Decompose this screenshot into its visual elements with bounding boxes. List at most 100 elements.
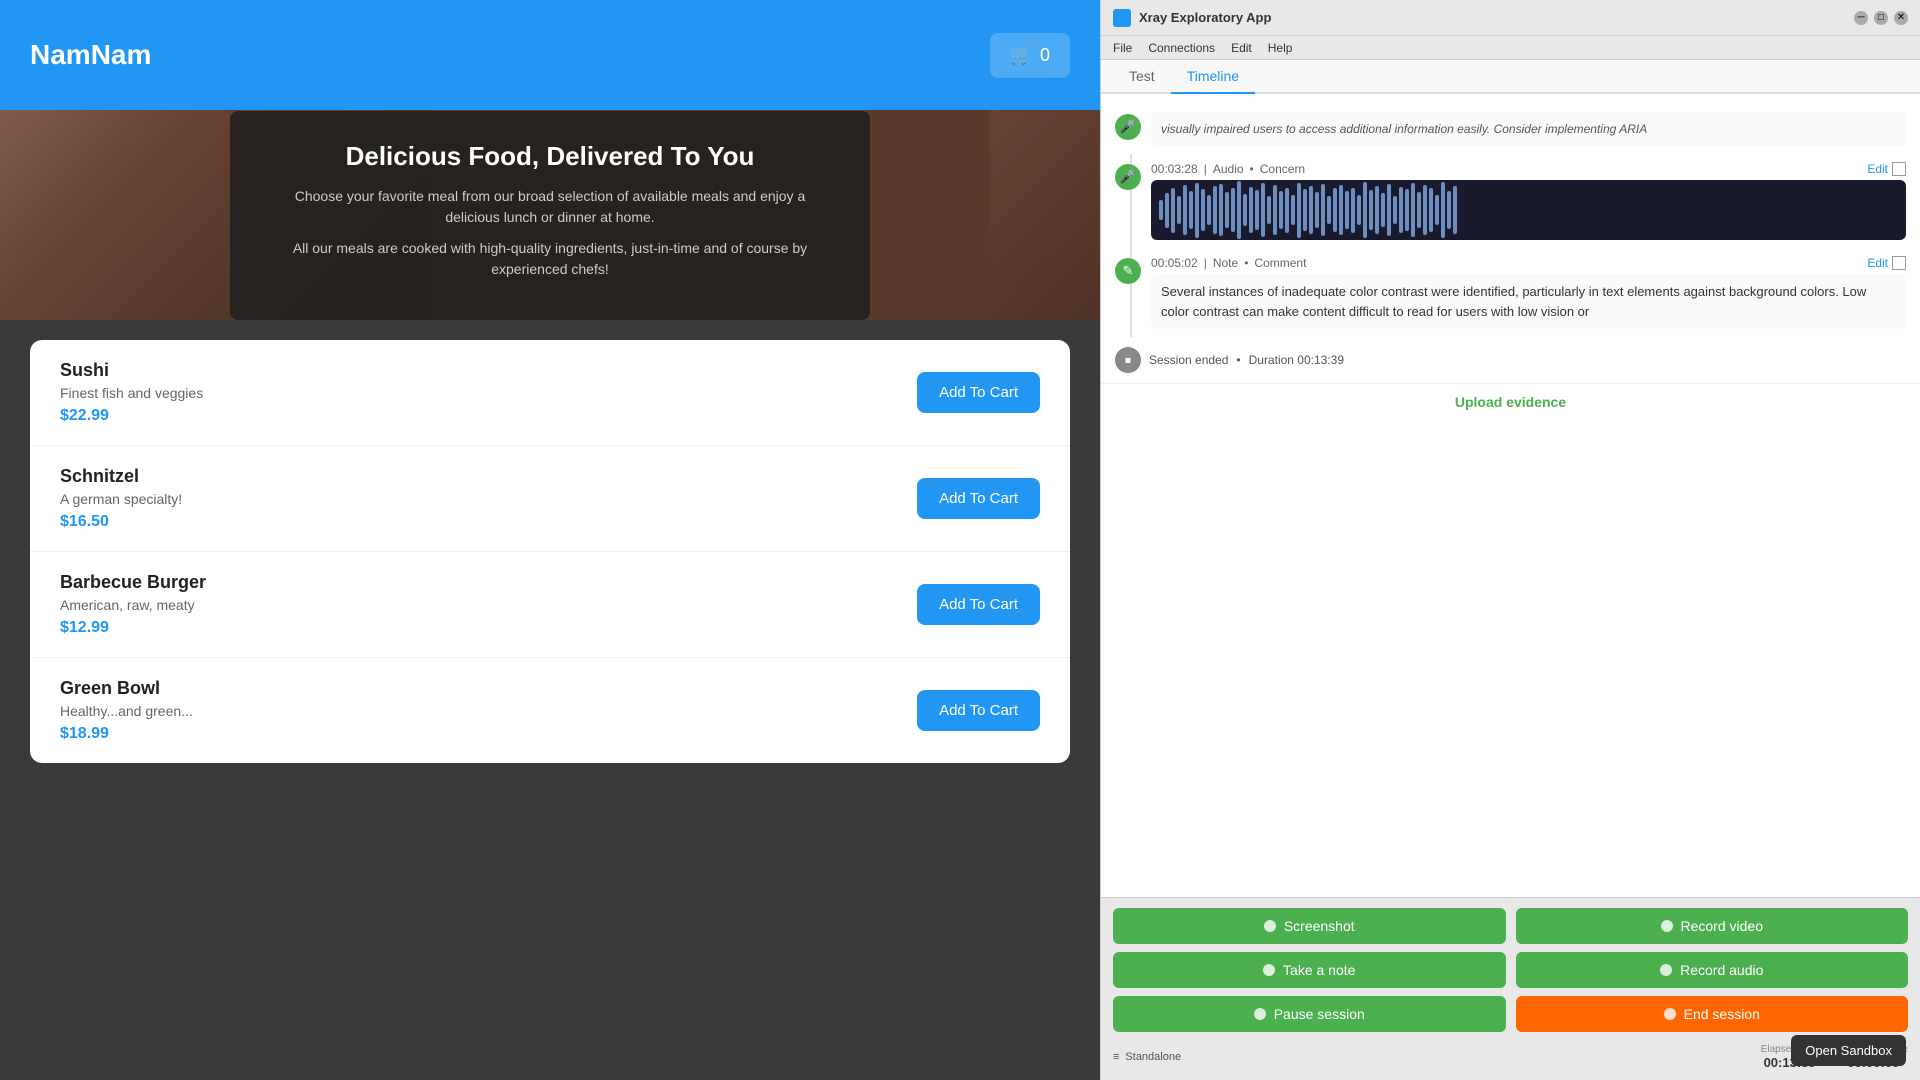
menu-name-sushi: Sushi xyxy=(60,360,203,381)
timeline-icon-note: ✎ xyxy=(1115,258,1141,284)
xray-menu-connections[interactable]: Connections xyxy=(1148,41,1215,55)
screenshot-dot xyxy=(1264,920,1276,932)
pause-session-dot xyxy=(1254,1008,1266,1020)
timeline-note-time: 00:05:02 xyxy=(1151,256,1198,270)
menu-desc-burger: American, raw, meaty xyxy=(60,597,206,613)
session-ended-icon: ⏹ xyxy=(1115,347,1141,373)
timeline-icon-audio: 🎤 xyxy=(1115,114,1141,140)
timeline-audio-meta-left: 00:03:28 | Audio • Concern xyxy=(1151,162,1305,176)
hero-subtitle-2: All our meals are cooked with high-quali… xyxy=(290,238,810,280)
xray-timeline-content: 🎤 visually impaired users to access addi… xyxy=(1101,94,1920,897)
end-session-label: End session xyxy=(1684,1006,1760,1022)
screenshot-label: Screenshot xyxy=(1284,918,1355,934)
menu-item-schnitzel: Schnitzel A german specialty! $16.50 Add… xyxy=(30,446,1070,552)
end-session-button[interactable]: End session xyxy=(1516,996,1909,1032)
screenshot-button[interactable]: Screenshot xyxy=(1113,908,1506,944)
timeline-note-content: 00:05:02 | Note • Comment Edit Several i… xyxy=(1151,256,1906,329)
bullet2: • xyxy=(1244,256,1248,270)
note-edit-checkbox[interactable] xyxy=(1892,256,1906,270)
add-to-cart-burger[interactable]: Add To Cart xyxy=(917,584,1040,625)
upload-evidence-link[interactable]: Upload evidence xyxy=(1101,383,1920,420)
menu-info-bowl: Green Bowl Healthy...and green... $18.99 xyxy=(60,678,193,743)
xray-app-icon xyxy=(1113,9,1131,27)
timeline-entry-partial: 🎤 visually impaired users to access addi… xyxy=(1101,104,1920,154)
take-note-button[interactable]: Take a note xyxy=(1113,952,1506,988)
xray-panel: Xray Exploratory App ─ □ ✕ File Connecti… xyxy=(1100,0,1920,1080)
status-mode-label: Standalone xyxy=(1125,1051,1181,1063)
hero-banner: Delicious Food, Delivered To You Choose … xyxy=(0,110,1100,320)
xray-menubar: File Connections Edit Help xyxy=(1101,36,1920,60)
menu-item-burger: Barbecue Burger American, raw, meaty $12… xyxy=(30,552,1070,658)
hero-title: Delicious Food, Delivered To You xyxy=(290,141,810,172)
timeline-audio-category: Audio xyxy=(1213,162,1244,176)
app-header: NamNam 🛒 0 xyxy=(0,0,1100,110)
menu-item-bowl: Green Bowl Healthy...and green... $18.99… xyxy=(30,658,1070,763)
timeline-audio-content: 00:03:28 | Audio • Concern Edit xyxy=(1151,162,1906,240)
xray-menu-file[interactable]: File xyxy=(1113,41,1132,55)
timeline-note-edit[interactable]: Edit xyxy=(1867,256,1906,270)
menu-price-schnitzel: $16.50 xyxy=(60,513,182,531)
timeline-note-meta: 00:05:02 | Note • Comment Edit xyxy=(1151,256,1906,270)
menu-info-burger: Barbecue Burger American, raw, meaty $12… xyxy=(60,572,206,637)
record-video-label: Record video xyxy=(1681,918,1764,934)
pause-session-button[interactable]: Pause session xyxy=(1113,996,1506,1032)
menu-item-sushi: Sushi Finest fish and veggies $22.99 Add… xyxy=(30,340,1070,446)
open-sandbox-button[interactable]: Open Sandbox xyxy=(1791,1035,1906,1066)
timeline-content-partial: visually impaired users to access additi… xyxy=(1151,112,1906,146)
cart-icon: 🛒 xyxy=(1010,45,1032,66)
timeline-note-tag: Comment xyxy=(1254,256,1306,270)
pause-session-label: Pause session xyxy=(1274,1006,1365,1022)
app-logo: NamNam xyxy=(30,39,151,71)
audio-edit-checkbox[interactable] xyxy=(1892,162,1906,176)
session-ended-separator: • xyxy=(1236,353,1240,367)
xray-tabs: Test Timeline xyxy=(1101,60,1920,94)
xray-title-left: Xray Exploratory App xyxy=(1113,9,1271,27)
window-minimize-button[interactable]: ─ xyxy=(1854,11,1868,25)
end-session-dot xyxy=(1664,1008,1676,1020)
timeline-audio-edit[interactable]: Edit xyxy=(1867,162,1906,176)
cart-count: 0 xyxy=(1040,45,1050,66)
toolbar-row-1: Screenshot Record video xyxy=(1113,908,1908,944)
bullet: • xyxy=(1250,162,1254,176)
timeline-audio-time: 00:03:28 xyxy=(1151,162,1198,176)
xray-titlebar: Xray Exploratory App ─ □ ✕ xyxy=(1101,0,1920,36)
hero-subtitle-1: Choose your favorite meal from our broad… xyxy=(290,186,810,228)
session-ended-label: Session ended xyxy=(1149,353,1228,367)
audio-waveform xyxy=(1151,180,1906,240)
menu-price-bowl: $18.99 xyxy=(60,725,193,743)
timeline-audio-tag: Concern xyxy=(1260,162,1305,176)
xray-status-bar: ≡ Standalone Elapsed time 00:13:39 Remai… xyxy=(1113,1040,1908,1070)
separator2: | xyxy=(1204,256,1207,270)
session-ended-entry: ⏹ Session ended • Duration 00:13:39 xyxy=(1101,337,1920,383)
record-audio-dot xyxy=(1660,964,1672,976)
xray-menu-help[interactable]: Help xyxy=(1268,41,1293,55)
menu-info-sushi: Sushi Finest fish and veggies $22.99 xyxy=(60,360,203,425)
tab-timeline[interactable]: Timeline xyxy=(1171,60,1255,94)
timeline-icon-mic: 🎤 xyxy=(1115,164,1141,190)
record-video-button[interactable]: Record video xyxy=(1516,908,1909,944)
add-to-cart-bowl[interactable]: Add To Cart xyxy=(917,690,1040,731)
status-mode-icon: ≡ xyxy=(1113,1051,1119,1063)
xray-title-text: Xray Exploratory App xyxy=(1139,10,1271,25)
session-ended-duration: Duration 00:13:39 xyxy=(1249,353,1344,367)
timeline-entry-note: ✎ 00:05:02 | Note • Comment Edit Severa xyxy=(1101,248,1920,337)
take-note-dot xyxy=(1263,964,1275,976)
menu-price-burger: $12.99 xyxy=(60,619,206,637)
window-close-button[interactable]: ✕ xyxy=(1894,11,1908,25)
menu-info-schnitzel: Schnitzel A german specialty! $16.50 xyxy=(60,466,182,531)
menu-desc-schnitzel: A german specialty! xyxy=(60,491,182,507)
cart-button[interactable]: 🛒 0 xyxy=(990,33,1070,78)
xray-menu-edit[interactable]: Edit xyxy=(1231,41,1252,55)
take-note-label: Take a note xyxy=(1283,962,1355,978)
add-to-cart-sushi[interactable]: Add To Cart xyxy=(917,372,1040,413)
menu-desc-bowl: Healthy...and green... xyxy=(60,703,193,719)
tab-test[interactable]: Test xyxy=(1113,60,1171,94)
window-maximize-button[interactable]: □ xyxy=(1874,11,1888,25)
menu-price-sushi: $22.99 xyxy=(60,407,203,425)
menu-name-burger: Barbecue Burger xyxy=(60,572,206,593)
record-audio-button[interactable]: Record audio xyxy=(1516,952,1909,988)
timeline-note-text: Several instances of inadequate color co… xyxy=(1151,274,1906,329)
add-to-cart-schnitzel[interactable]: Add To Cart xyxy=(917,478,1040,519)
timeline-note-meta-left: 00:05:02 | Note • Comment xyxy=(1151,256,1306,270)
hero-content: Delicious Food, Delivered To You Choose … xyxy=(230,111,870,320)
